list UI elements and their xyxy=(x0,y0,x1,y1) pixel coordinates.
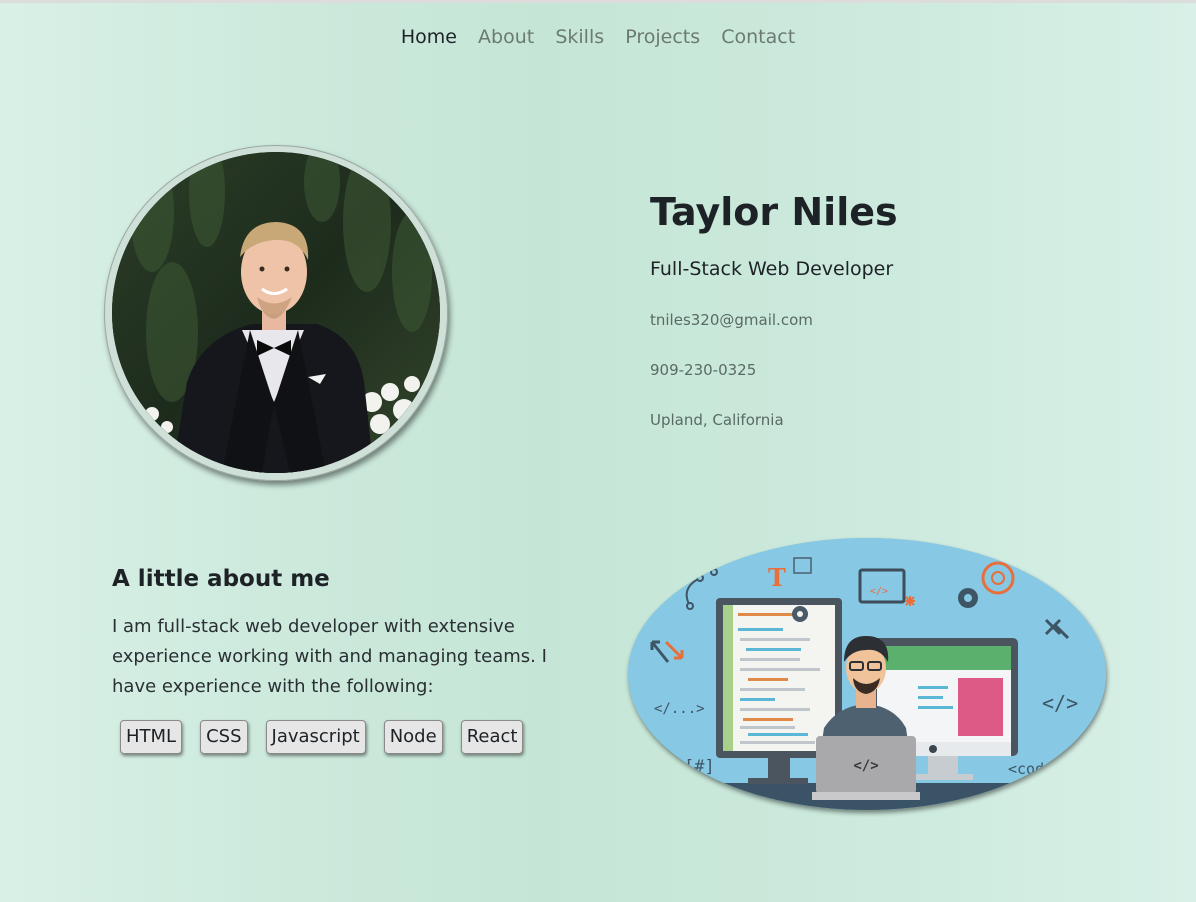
profile-phone[interactable]: 909-230-0325 xyxy=(650,361,756,379)
profile-location: Upland, California xyxy=(650,411,784,429)
nav-home[interactable]: Home xyxy=(401,26,457,48)
main-nav: Home About Skills Projects Contact xyxy=(0,26,1196,48)
developer-illustration: </> T </> </...> [#] </> <code> xyxy=(628,538,1106,810)
profile-title: Full-Stack Web Developer xyxy=(650,258,894,280)
nav-skills[interactable]: Skills xyxy=(555,26,604,48)
profile-name: Taylor Niles xyxy=(650,190,898,234)
profile-photo xyxy=(112,152,440,473)
skill-badge-html: HTML xyxy=(120,720,183,754)
svg-text:</>: </> xyxy=(1042,691,1078,715)
skill-badge-css: CSS xyxy=(200,720,248,754)
skill-badge-javascript: Javascript xyxy=(265,720,366,754)
profile-photo-frame xyxy=(104,145,448,481)
svg-text:</>: </> xyxy=(870,586,888,597)
profile-photo-image xyxy=(112,152,440,473)
text-tool-icon: T xyxy=(768,563,786,592)
top-border xyxy=(0,0,1196,3)
about-text: I am full-stack web developer with exten… xyxy=(112,616,547,697)
svg-text:[#]: [#] xyxy=(684,757,715,777)
svg-text:</>: </> xyxy=(853,758,878,774)
skill-badge-react: React xyxy=(460,720,524,754)
svg-text:<code>: <code> xyxy=(1008,760,1062,778)
skills-list: HTML CSS Javascript Node React xyxy=(120,720,524,754)
skill-badge-node: Node xyxy=(383,720,443,754)
about-heading: A little about me xyxy=(112,566,330,592)
nav-contact[interactable]: Contact xyxy=(721,26,795,48)
developer-illustration-image: </> T </> </...> [#] </> <code> xyxy=(628,538,1106,810)
nav-projects[interactable]: Projects xyxy=(625,26,700,48)
nav-about[interactable]: About xyxy=(478,26,534,48)
svg-text:</...>: </...> xyxy=(654,701,705,717)
profile-email[interactable]: tniles320@gmail.com xyxy=(650,311,813,329)
